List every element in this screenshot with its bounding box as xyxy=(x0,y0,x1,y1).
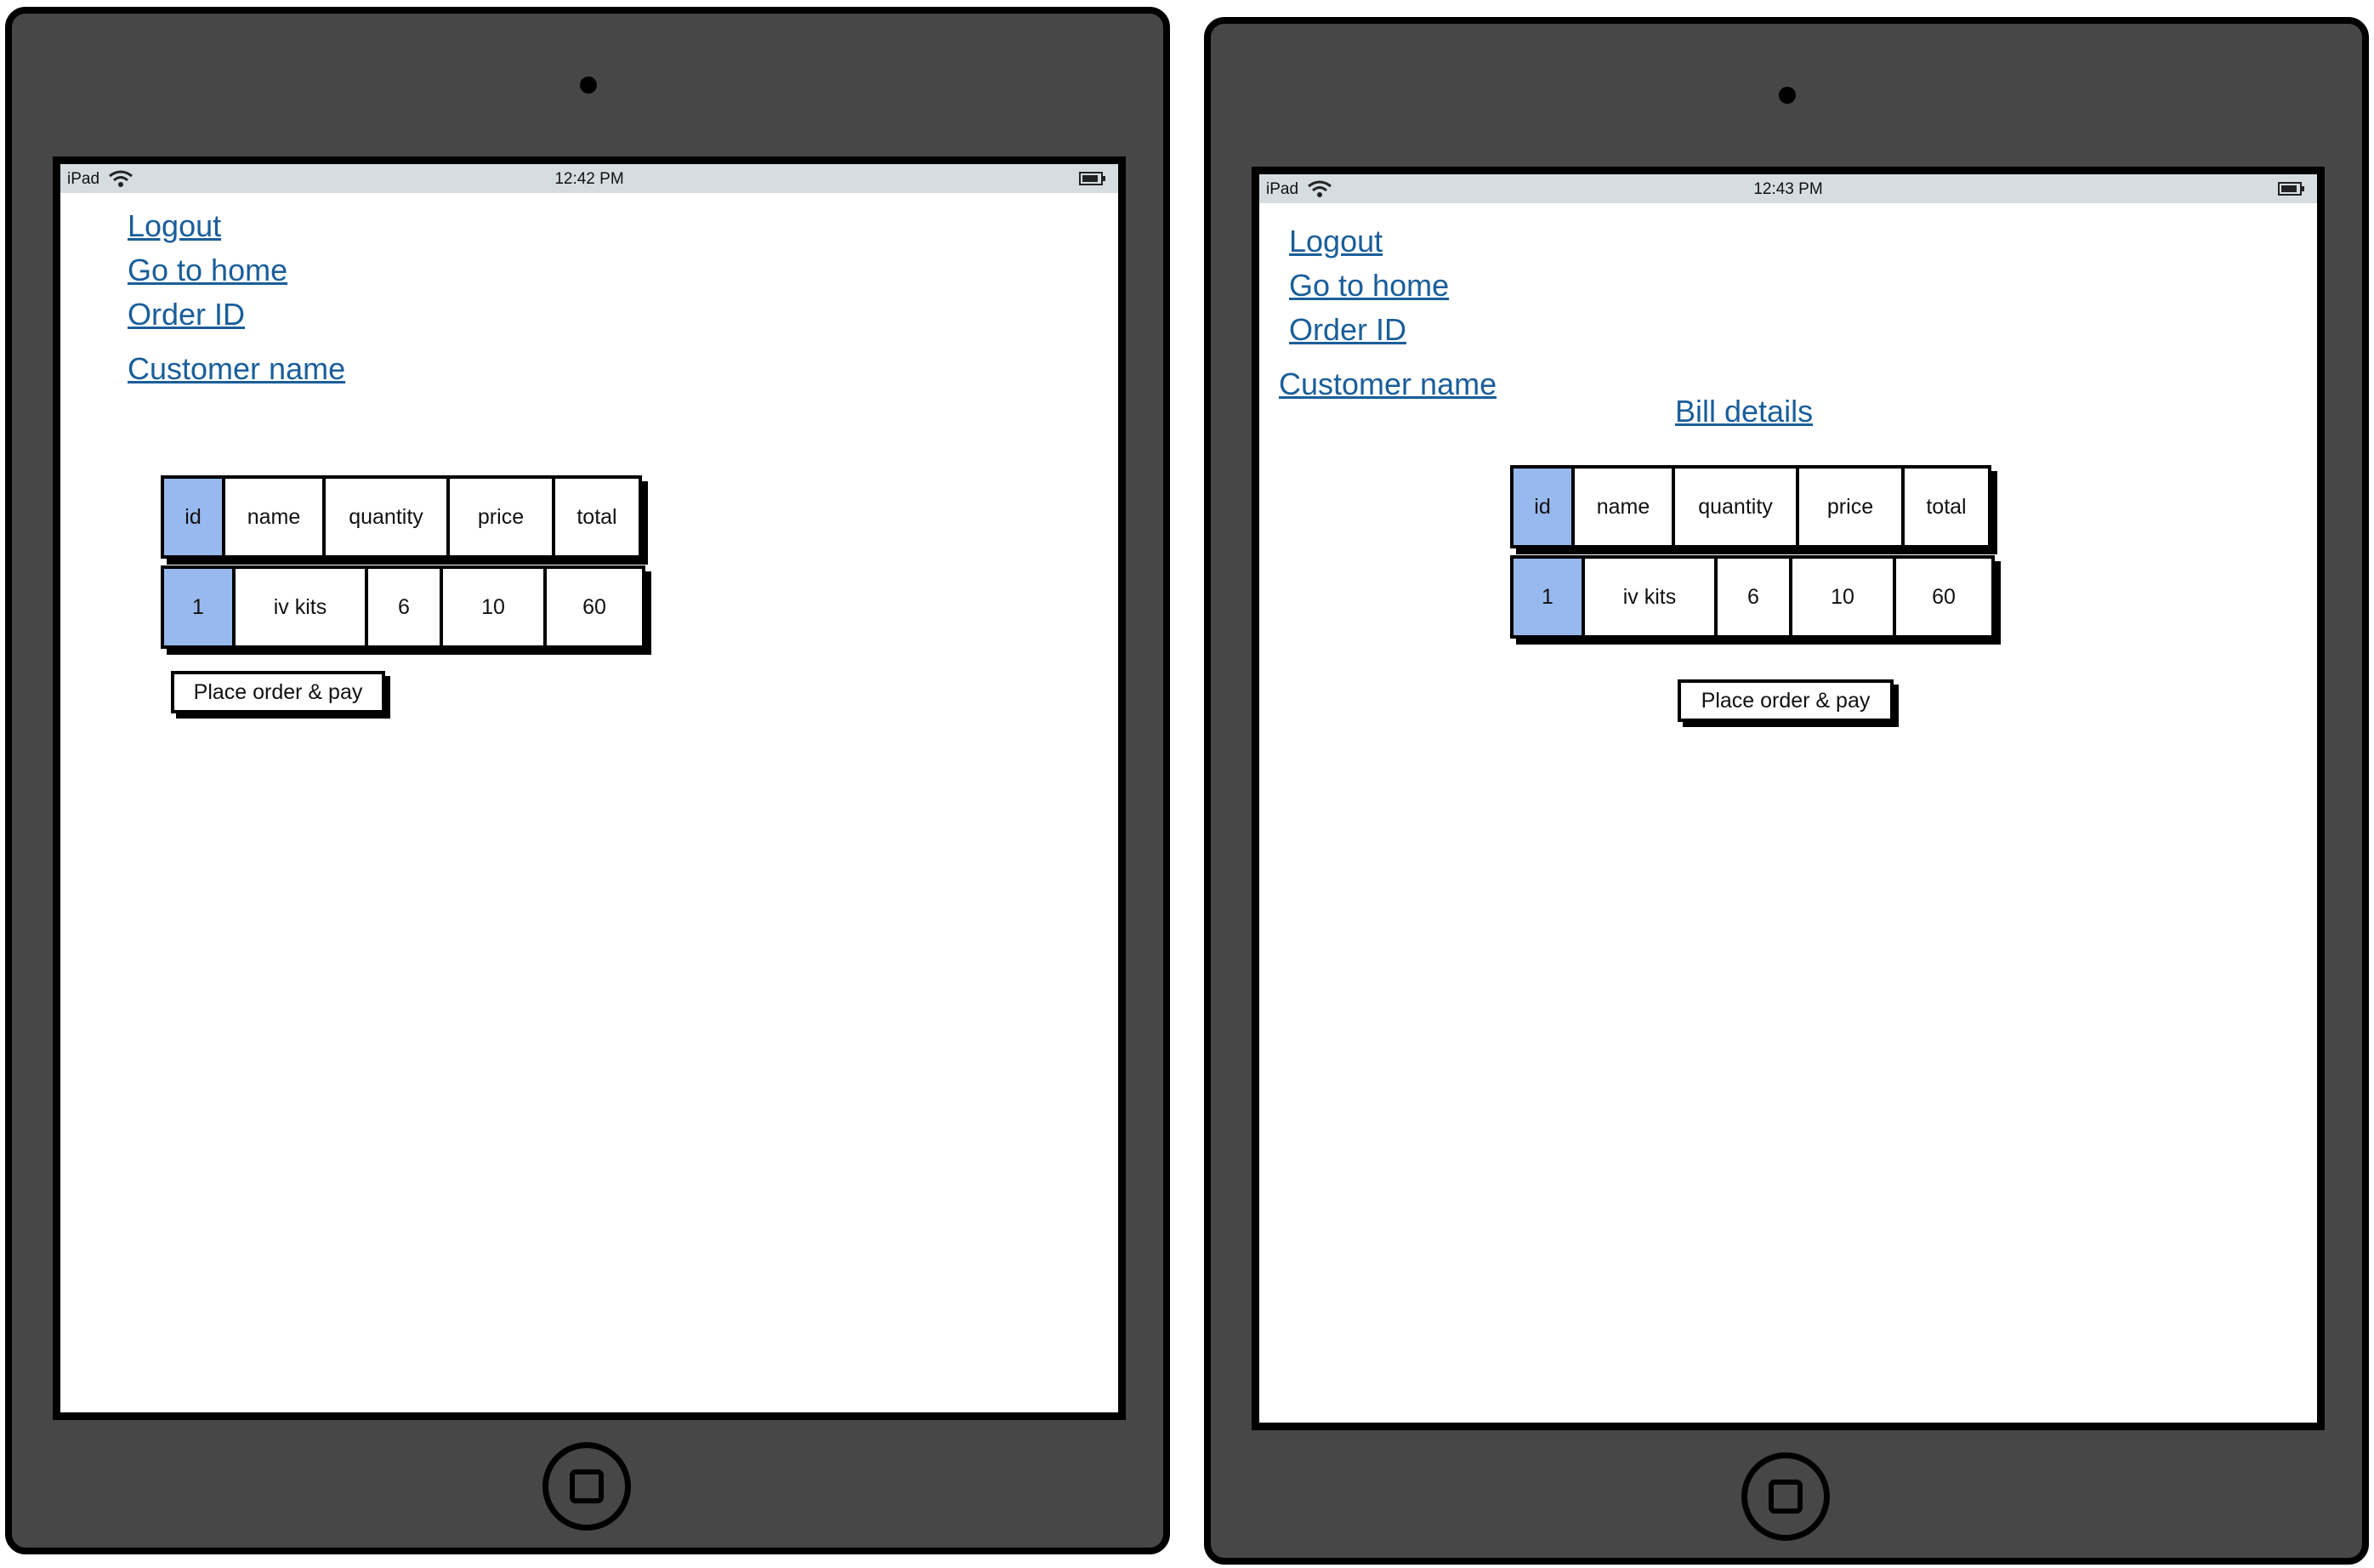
logout-link[interactable]: Logout xyxy=(128,208,221,244)
table-row[interactable]: 1 iv kits 6 10 60 xyxy=(161,565,645,649)
home-button[interactable] xyxy=(542,1442,631,1531)
battery-icon xyxy=(2278,182,2304,196)
order-table-header: id name quantity price total xyxy=(1510,465,1991,548)
table-cell: 60 xyxy=(543,565,645,649)
order-id-link[interactable]: Order ID xyxy=(128,297,245,332)
header-cell: quantity xyxy=(1672,465,1799,548)
home-button[interactable] xyxy=(1741,1452,1830,1541)
status-bar: iPad 12:43 PM xyxy=(1259,174,2317,203)
table-cell: iv kits xyxy=(1582,555,1718,639)
place-order-pay-button[interactable]: Place order & pay xyxy=(1678,679,1894,722)
header-cell: name xyxy=(222,475,326,559)
bill-details-link[interactable]: Bill details xyxy=(1675,394,1813,429)
header-cell: price xyxy=(1796,465,1905,548)
place-order-pay-button[interactable]: Place order & pay xyxy=(171,671,385,713)
ipad-screen-left: iPad 12:42 PM Logout Go to home Order ID… xyxy=(53,156,1126,1420)
header-cell: price xyxy=(446,475,555,559)
header-cell: total xyxy=(552,475,642,559)
status-bar: iPad 12:42 PM xyxy=(60,164,1118,193)
go-to-home-link[interactable]: Go to home xyxy=(1289,268,1449,304)
table-cell: 1 xyxy=(1510,555,1585,639)
header-cell: total xyxy=(1901,465,1991,548)
ipad-frame-right: iPad 12:43 PM Logout Go to home Order ID… xyxy=(1204,17,2369,1565)
header-cell: id xyxy=(161,475,225,559)
table-header-row: id name quantity price total xyxy=(1510,465,1991,548)
status-time: 12:42 PM xyxy=(554,170,624,188)
battery-icon xyxy=(1079,172,1105,185)
table-cell: 1 xyxy=(161,565,236,649)
customer-name-link[interactable]: Customer name xyxy=(1279,366,1497,402)
table-cell: 10 xyxy=(440,565,547,649)
customer-name-link[interactable]: Customer name xyxy=(128,351,345,387)
logout-link[interactable]: Logout xyxy=(1289,224,1383,259)
table-cell: iv kits xyxy=(232,565,368,649)
table-cell: 60 xyxy=(1893,555,1995,639)
order-table-row: 1 iv kits 6 10 60 xyxy=(1510,555,1995,639)
status-time: 12:43 PM xyxy=(1753,180,1823,198)
order-table-row: 1 iv kits 6 10 60 xyxy=(161,565,645,649)
camera-dot xyxy=(1779,87,1796,104)
camera-dot xyxy=(580,77,597,94)
table-row[interactable]: 1 iv kits 6 10 60 xyxy=(1510,555,1995,639)
ipad-frame-left: iPad 12:42 PM Logout Go to home Order ID… xyxy=(5,7,1170,1554)
table-cell: 6 xyxy=(365,565,443,649)
home-square-icon xyxy=(1769,1480,1803,1514)
header-cell: id xyxy=(1510,465,1575,548)
table-header-row: id name quantity price total xyxy=(161,475,642,559)
table-cell: 10 xyxy=(1789,555,1896,639)
order-id-link[interactable]: Order ID xyxy=(1289,312,1406,348)
ipad-screen-right: iPad 12:43 PM Logout Go to home Order ID… xyxy=(1252,167,2325,1430)
home-square-icon xyxy=(570,1469,604,1503)
header-cell: quantity xyxy=(322,475,450,559)
go-to-home-link[interactable]: Go to home xyxy=(128,253,287,288)
table-cell: 6 xyxy=(1714,555,1792,639)
header-cell: name xyxy=(1571,465,1675,548)
order-table-header: id name quantity price total xyxy=(161,475,642,559)
